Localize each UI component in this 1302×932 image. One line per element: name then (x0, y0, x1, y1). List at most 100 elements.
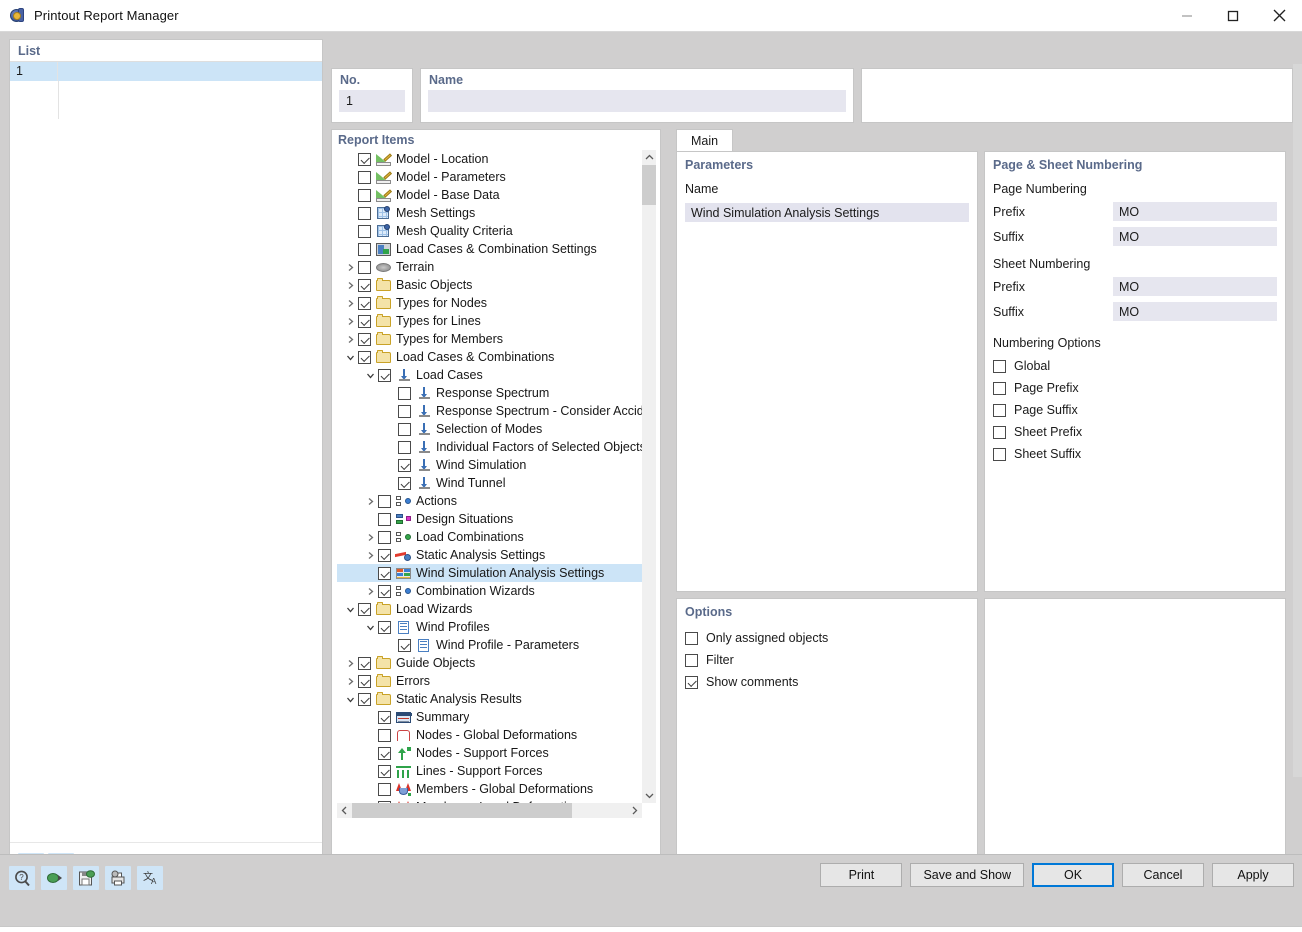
tree-item-checkbox[interactable] (358, 657, 371, 670)
tree-scroll-thumb[interactable] (642, 165, 656, 205)
import-button[interactable] (41, 866, 67, 890)
tree-item[interactable]: Terrain (337, 258, 642, 276)
tree-item-checkbox[interactable] (398, 441, 411, 454)
chevron-down-icon[interactable] (343, 353, 358, 362)
checkbox[interactable] (685, 676, 698, 689)
page-prefix-input[interactable]: MO (1113, 202, 1277, 221)
numbering-option-row[interactable]: Page Prefix (993, 377, 1277, 399)
tree-item[interactable]: Combination Wizards (337, 582, 642, 600)
numbering-option-row[interactable]: Sheet Prefix (993, 421, 1277, 443)
tree-item-checkbox[interactable] (378, 747, 391, 760)
tree-item[interactable]: Nodes - Support Forces (337, 744, 642, 762)
tree-item[interactable]: Load Wizards (337, 600, 642, 618)
tree-item[interactable]: Model - Parameters (337, 168, 642, 186)
tree-item-checkbox[interactable] (378, 783, 391, 796)
tree-item[interactable]: Wind Tunnel (337, 474, 642, 492)
tree-item[interactable]: Actions (337, 492, 642, 510)
option-row[interactable]: Filter (685, 649, 969, 671)
tree-item[interactable]: Wind Simulation Analysis Settings (337, 564, 642, 582)
tree-item[interactable]: Types for Lines (337, 312, 642, 330)
scroll-down-icon[interactable] (642, 788, 656, 803)
checkbox[interactable] (993, 360, 1006, 373)
maximize-icon[interactable] (1210, 0, 1256, 31)
tree-item-checkbox[interactable] (378, 765, 391, 778)
scroll-up-icon[interactable] (642, 150, 656, 165)
tree-item-checkbox[interactable] (378, 729, 391, 742)
apply-button[interactable]: Apply (1212, 863, 1294, 887)
tree-item-checkbox[interactable] (398, 639, 411, 652)
name-input[interactable] (428, 90, 846, 112)
tree-item[interactable]: Selection of Modes (337, 420, 642, 438)
tree-item[interactable]: Wind Profiles (337, 618, 642, 636)
tree-item-checkbox[interactable] (358, 315, 371, 328)
list-empty-row[interactable] (10, 100, 322, 119)
tree-item-checkbox[interactable] (378, 495, 391, 508)
tree-item[interactable]: Model - Base Data (337, 186, 642, 204)
chevron-down-icon[interactable] (343, 605, 358, 614)
cancel-button[interactable]: Cancel (1122, 863, 1204, 887)
tree-item[interactable]: Mesh Quality Criteria (337, 222, 642, 240)
language-button[interactable]: 文 A (137, 866, 163, 890)
tree-item-checkbox[interactable] (358, 261, 371, 274)
tree-item-checkbox[interactable] (398, 459, 411, 472)
sheet-prefix-input[interactable]: MO (1113, 277, 1277, 296)
tree-item[interactable]: Load Cases & Combination Settings (337, 240, 642, 258)
tree-item-checkbox[interactable] (398, 387, 411, 400)
tree-item-checkbox[interactable] (358, 351, 371, 364)
help-button[interactable]: ? (9, 866, 35, 890)
option-row[interactable]: Show comments (685, 671, 969, 693)
tree-item-checkbox[interactable] (358, 207, 371, 220)
chevron-right-icon[interactable] (343, 263, 358, 272)
tree-item-checkbox[interactable] (358, 243, 371, 256)
tree-item[interactable]: Nodes - Global Deformations (337, 726, 642, 744)
chevron-right-icon[interactable] (363, 533, 378, 542)
checkbox[interactable] (685, 632, 698, 645)
tree-hscroll-thumb[interactable] (352, 803, 572, 818)
chevron-right-icon[interactable] (343, 281, 358, 290)
checkbox[interactable] (993, 382, 1006, 395)
tree-item[interactable]: Members - Global Deformations (337, 780, 642, 798)
chevron-right-icon[interactable] (363, 497, 378, 506)
checkbox[interactable] (993, 426, 1006, 439)
tree-item[interactable]: Model - Location (337, 150, 642, 168)
chevron-right-icon[interactable] (363, 587, 378, 596)
close-icon[interactable] (1256, 0, 1302, 31)
tree-item-checkbox[interactable] (358, 189, 371, 202)
chevron-right-icon[interactable] (343, 659, 358, 668)
ok-button[interactable]: OK (1032, 863, 1114, 887)
scroll-right-icon[interactable] (627, 803, 642, 818)
tree-horizontal-scrollbar[interactable] (337, 803, 642, 818)
tree-item[interactable]: Summary (337, 708, 642, 726)
minimize-icon[interactable] (1164, 0, 1210, 31)
tree-item[interactable]: Basic Objects (337, 276, 642, 294)
tree-item-checkbox[interactable] (398, 405, 411, 418)
report-items-tree[interactable]: Model - LocationModel - ParametersModel … (337, 150, 642, 803)
tree-item[interactable]: Wind Simulation (337, 456, 642, 474)
tree-item[interactable]: Response Spectrum - Consider Accidenta (337, 402, 642, 420)
tree-item-checkbox[interactable] (358, 603, 371, 616)
tree-item-checkbox[interactable] (398, 423, 411, 436)
tree-item[interactable]: Wind Profile - Parameters (337, 636, 642, 654)
tree-item[interactable]: Errors (337, 672, 642, 690)
checkbox[interactable] (993, 404, 1006, 417)
numbering-option-row[interactable]: Global (993, 355, 1277, 377)
tree-item[interactable]: Guide Objects (337, 654, 642, 672)
tree-item[interactable]: Static Analysis Settings (337, 546, 642, 564)
tree-item[interactable]: Load Cases & Combinations (337, 348, 642, 366)
tree-item-checkbox[interactable] (378, 531, 391, 544)
page-suffix-input[interactable]: MO (1113, 227, 1277, 246)
numbering-option-row[interactable]: Page Suffix (993, 399, 1277, 421)
sheet-suffix-input[interactable]: MO (1113, 302, 1277, 321)
option-row[interactable]: Only assigned objects (685, 627, 969, 649)
tree-item-checkbox[interactable] (398, 477, 411, 490)
checkbox[interactable] (993, 448, 1006, 461)
tree-item-checkbox[interactable] (358, 675, 371, 688)
chevron-down-icon[interactable] (363, 623, 378, 632)
tree-item[interactable]: Individual Factors of Selected Objects (337, 438, 642, 456)
chevron-down-icon[interactable] (343, 695, 358, 704)
tree-item[interactable]: Types for Nodes (337, 294, 642, 312)
numbering-option-row[interactable]: Sheet Suffix (993, 443, 1277, 465)
tree-item[interactable]: Types for Members (337, 330, 642, 348)
tree-item-checkbox[interactable] (358, 297, 371, 310)
table-row[interactable]: 1 (10, 62, 322, 81)
